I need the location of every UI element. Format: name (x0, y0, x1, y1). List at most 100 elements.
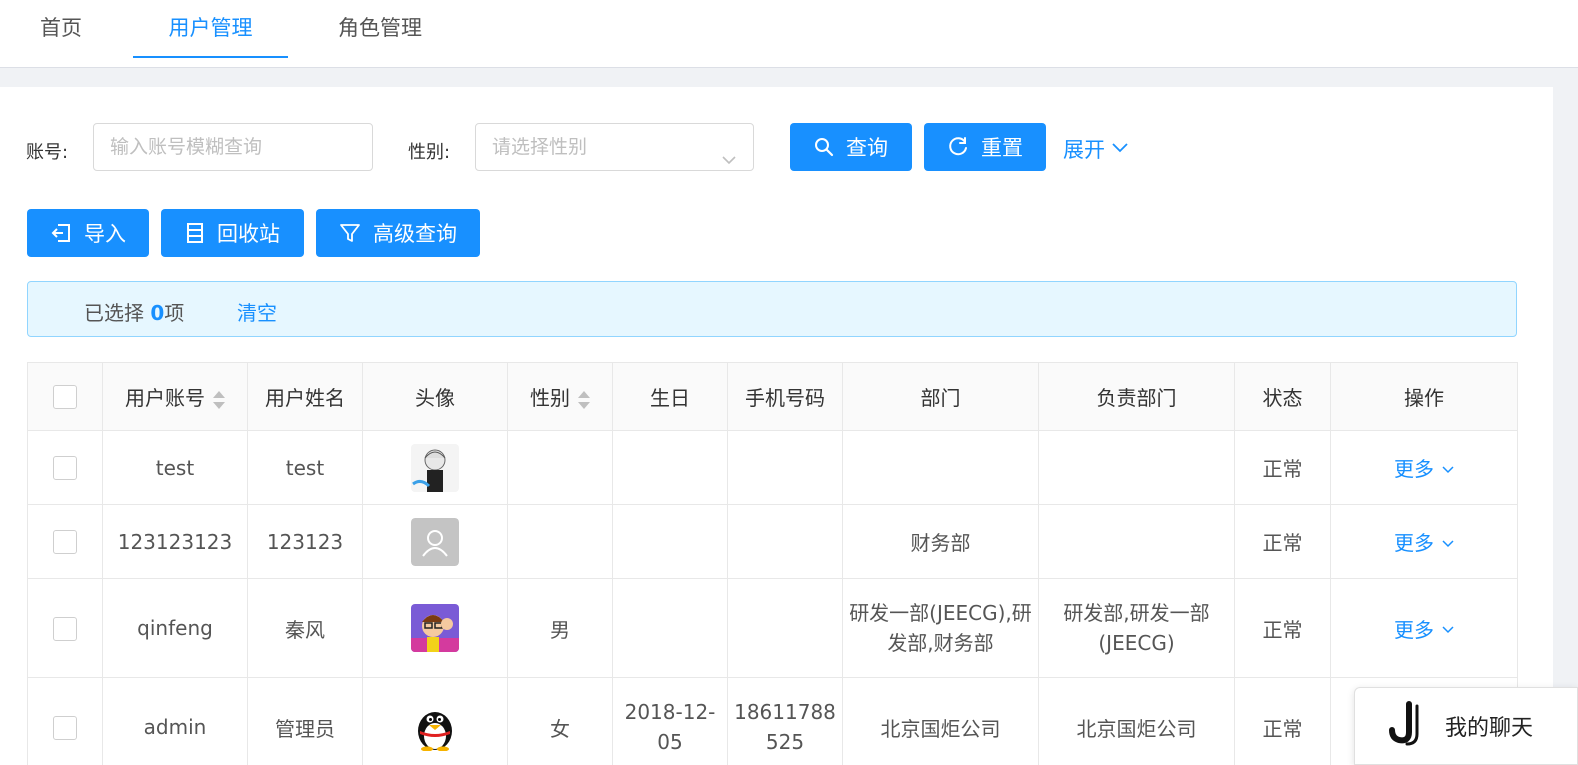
chat-logo-icon (1389, 700, 1425, 752)
cell-phone (727, 504, 843, 579)
cell-department: 研发一部(JEECG),研发部,财务部 (842, 578, 1039, 678)
cell-status: 正常 (1234, 430, 1331, 505)
tab-user-management[interactable]: 用户管理 (133, 0, 288, 58)
cell-status: 正常 (1234, 578, 1331, 678)
cell-gender: 男 (507, 578, 613, 678)
table-row: admin 管理员 女 2018-12-05 18611788525 北京国炬公… (27, 677, 1518, 765)
cell-name: 管理员 (247, 677, 363, 765)
reset-button[interactable]: 重置 (924, 123, 1046, 171)
cell-name: 秦风 (247, 578, 363, 678)
cell-birthday (612, 430, 728, 505)
cell-status: 正常 (1234, 677, 1331, 765)
table-header-row: 用户账号 用户姓名 头像 性别 生日 手机号码 部门 负责部门 状态 操作 (27, 362, 1518, 431)
more-actions-dropdown[interactable]: 更多 (1394, 614, 1454, 643)
cell-name: 123123 (247, 504, 363, 579)
anime-avatar[interactable] (411, 443, 459, 492)
tab-bar: 首页 用户管理 角色管理 (0, 0, 1578, 68)
column-header-label: 性别 (530, 386, 570, 410)
more-actions-dropdown[interactable]: 更多 (1394, 527, 1454, 556)
cell-avatar (362, 578, 508, 678)
expand-link[interactable]: 展开 (1063, 134, 1129, 164)
column-header-department: 部门 (842, 362, 1039, 431)
account-search-input[interactable] (93, 123, 373, 171)
penguin-avatar[interactable] (411, 703, 459, 751)
chevron-down-icon (1442, 456, 1454, 480)
chevron-down-icon (1111, 137, 1129, 161)
more-actions-label: 更多 (1394, 617, 1434, 642)
cell-responsible-department (1038, 430, 1235, 505)
cell-avatar (362, 504, 508, 579)
cell-actions: 更多 (1330, 504, 1518, 579)
cell-department (842, 430, 1039, 505)
recycle-bin-button[interactable]: 回收站 (161, 209, 304, 257)
default-user-avatar[interactable] (411, 517, 459, 566)
row-checkbox[interactable] (53, 616, 77, 641)
cell-responsible-department: 研发部,研发一部(JEECG) (1038, 578, 1235, 678)
row-checkbox[interactable] (53, 530, 77, 555)
cell-account: admin (102, 677, 248, 765)
cell-actions: 更多 (1330, 430, 1518, 505)
cell-department: 北京国炬公司 (842, 677, 1039, 765)
column-header-responsible-department: 负责部门 (1038, 362, 1235, 431)
advanced-query-button[interactable]: 高级查询 (316, 209, 480, 257)
select-all-cell (27, 362, 103, 431)
cell-gender (507, 504, 613, 579)
selection-suffix: 项 (164, 301, 185, 325)
cartoon-avatar[interactable] (411, 604, 459, 652)
selection-info: 已选择 0项 (84, 297, 184, 326)
reload-icon (947, 136, 969, 158)
table-row: test test 正常 更多 (27, 430, 1518, 505)
column-header-status: 状态 (1234, 362, 1331, 431)
selection-prefix: 已选择 (84, 301, 144, 325)
reset-button-label: 重置 (981, 136, 1023, 160)
gender-select-placeholder: 请选择性别 (492, 136, 588, 158)
sort-icon[interactable] (213, 390, 225, 410)
user-table: 用户账号 用户姓名 头像 性别 生日 手机号码 部门 负责部门 状态 操作 te… (27, 362, 1518, 765)
tab-home[interactable]: 首页 (20, 0, 102, 58)
recycle-bin-button-label: 回收站 (217, 222, 280, 246)
chat-widget[interactable]: 我的聊天 (1354, 687, 1578, 765)
column-header-account[interactable]: 用户账号 (102, 362, 248, 431)
gender-select[interactable]: 请选择性别 (475, 123, 754, 171)
column-header-name: 用户姓名 (247, 362, 363, 431)
select-all-checkbox[interactable] (53, 385, 77, 410)
advanced-query-button-label: 高级查询 (373, 222, 457, 246)
table-row: 123123123 123123 财务部 正常 更多 (27, 504, 1518, 579)
cell-avatar (362, 677, 508, 765)
table-row: qinfeng 秦风 男 研发一部(JEECG),研发部,财务部 研发部,研发一… (27, 578, 1518, 678)
column-header-phone: 手机号码 (727, 362, 843, 431)
row-checkbox[interactable] (53, 456, 77, 481)
import-button[interactable]: 导入 (27, 209, 149, 257)
more-actions-label: 更多 (1394, 531, 1434, 555)
expand-link-label: 展开 (1063, 138, 1105, 162)
sort-icon[interactable] (578, 390, 590, 410)
cell-birthday: 2018-12-05 (612, 677, 728, 765)
search-icon (814, 137, 834, 157)
chevron-down-icon (1442, 616, 1454, 640)
cell-gender: 女 (507, 677, 613, 765)
clear-selection-link[interactable]: 清空 (237, 297, 277, 326)
cell-phone (727, 430, 843, 505)
gender-label: 性别: (408, 142, 451, 163)
cell-account: 123123123 (102, 504, 248, 579)
cell-birthday (612, 504, 728, 579)
cell-actions: 更多 (1330, 578, 1518, 678)
column-header-gender[interactable]: 性别 (507, 362, 613, 431)
query-button[interactable]: 查询 (790, 123, 912, 171)
import-button-label: 导入 (84, 222, 126, 246)
column-header-label: 用户账号 (125, 386, 205, 410)
tab-role-management[interactable]: 角色管理 (320, 0, 440, 58)
column-header-birthday: 生日 (612, 362, 728, 431)
cell-responsible-department: 北京国炬公司 (1038, 677, 1235, 765)
cell-avatar (362, 430, 508, 505)
cell-department: 财务部 (842, 504, 1039, 579)
more-actions-dropdown[interactable]: 更多 (1394, 453, 1454, 482)
chevron-down-icon (721, 139, 737, 185)
filter-icon (339, 222, 361, 244)
cell-gender (507, 430, 613, 505)
row-checkbox[interactable] (53, 715, 77, 740)
query-button-label: 查询 (846, 136, 888, 160)
row-select-cell (27, 578, 103, 678)
chevron-down-icon (1442, 530, 1454, 554)
cell-status: 正常 (1234, 504, 1331, 579)
